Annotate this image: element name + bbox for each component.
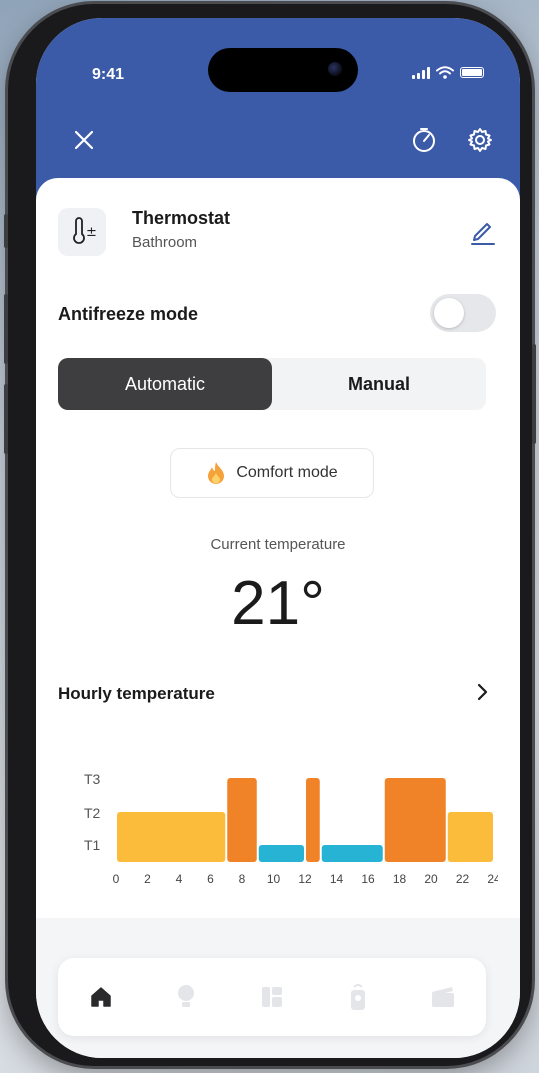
home-icon xyxy=(91,987,111,1007)
chevron-right-icon xyxy=(477,683,488,701)
comfort-mode-label: Comfort mode xyxy=(236,464,338,481)
tab-lights[interactable] xyxy=(166,977,206,1017)
tab-scenes[interactable] xyxy=(423,977,463,1017)
app-screen: 9:41 ± Thermostat Bathroom Antifreeze mo… xyxy=(36,18,520,1058)
settings-button[interactable] xyxy=(464,124,496,156)
mode-segmented-control: Automatic Manual xyxy=(58,358,486,410)
pencil-icon xyxy=(471,223,495,245)
status-icons xyxy=(412,66,484,79)
battery-icon xyxy=(460,67,484,78)
antifreeze-label: Antifreeze mode xyxy=(58,304,199,324)
remote-icon xyxy=(350,984,365,1010)
wifi-icon xyxy=(436,66,454,79)
bulb-icon xyxy=(178,985,195,1007)
x-tick-label: 16 xyxy=(361,872,375,886)
device-location: Bathroom xyxy=(132,234,198,251)
hourly-details-button[interactable] xyxy=(472,682,492,702)
thermometer-icon: ± xyxy=(58,208,106,256)
x-tick-label: 18 xyxy=(393,872,407,886)
close-button[interactable] xyxy=(68,124,100,156)
antifreeze-toggle[interactable] xyxy=(430,294,496,332)
chart-bar xyxy=(258,845,304,862)
level-label-t3: T3 xyxy=(84,771,101,787)
current-temperature-value: 21° xyxy=(231,569,325,638)
x-tick-label: 8 xyxy=(239,872,246,886)
x-tick-label: 14 xyxy=(330,872,344,886)
x-tick-label: 24 xyxy=(487,872,498,886)
hourly-temperature-chart: T1T2T30 2 4 6 8 10 12 14 16 18 20 22 24 xyxy=(84,771,498,886)
x-tick-label: 6 xyxy=(207,872,214,886)
chart-bar xyxy=(447,812,493,862)
phone-side-button xyxy=(4,214,8,248)
tab-automatic[interactable]: Automatic xyxy=(58,358,272,410)
level-label-t2: T2 xyxy=(84,805,101,821)
flame-icon xyxy=(208,462,225,484)
x-tick-label: 2 xyxy=(144,872,151,886)
close-icon xyxy=(74,130,94,150)
level-label-t1: T1 xyxy=(84,837,101,853)
signal-icon xyxy=(412,66,430,79)
chart-bar xyxy=(117,812,226,862)
dynamic-island xyxy=(208,48,358,92)
scene-icon xyxy=(432,987,455,1007)
timer-icon xyxy=(413,128,435,152)
x-tick-label: 12 xyxy=(298,872,312,886)
tab-dashboard[interactable] xyxy=(252,977,292,1017)
x-tick-label: 20 xyxy=(424,872,438,886)
phone-frame: 9:41 ± Thermostat Bathroom Antifreeze mo… xyxy=(4,4,536,1066)
x-tick-label: 0 xyxy=(113,872,120,886)
phone-power-button xyxy=(532,344,536,444)
x-tick-label: 4 xyxy=(176,872,183,886)
chart-bar xyxy=(306,778,320,862)
tab-home[interactable] xyxy=(81,977,121,1017)
status-time: 9:41 xyxy=(92,66,125,83)
bottom-tab-bar xyxy=(58,958,486,1036)
chart-bar xyxy=(321,845,383,862)
tab-manual[interactable]: Manual xyxy=(272,358,486,410)
chart-bar xyxy=(227,778,257,862)
phone-volume-up xyxy=(4,294,8,364)
comfort-mode-button[interactable]: Comfort mode xyxy=(170,448,374,498)
edit-button[interactable] xyxy=(468,216,498,246)
current-temperature-label: Current temperature xyxy=(210,536,346,553)
chart-bar xyxy=(384,778,446,862)
device-card: ± Thermostat Bathroom Antifreeze mode Au… xyxy=(36,178,520,918)
device-title: Thermostat xyxy=(132,208,231,228)
svg-text:±: ± xyxy=(86,225,97,240)
camera-icon xyxy=(328,62,342,76)
x-tick-label: 10 xyxy=(267,872,281,886)
toggle-knob xyxy=(434,298,464,328)
phone-volume-down xyxy=(4,384,8,454)
timer-button[interactable] xyxy=(408,124,440,156)
gear-icon xyxy=(468,128,492,152)
dashboard-icon xyxy=(261,987,282,1007)
hourly-temperature-title: Hourly temperature xyxy=(58,684,215,703)
tab-remote[interactable] xyxy=(338,977,378,1017)
x-tick-label: 22 xyxy=(456,872,470,886)
